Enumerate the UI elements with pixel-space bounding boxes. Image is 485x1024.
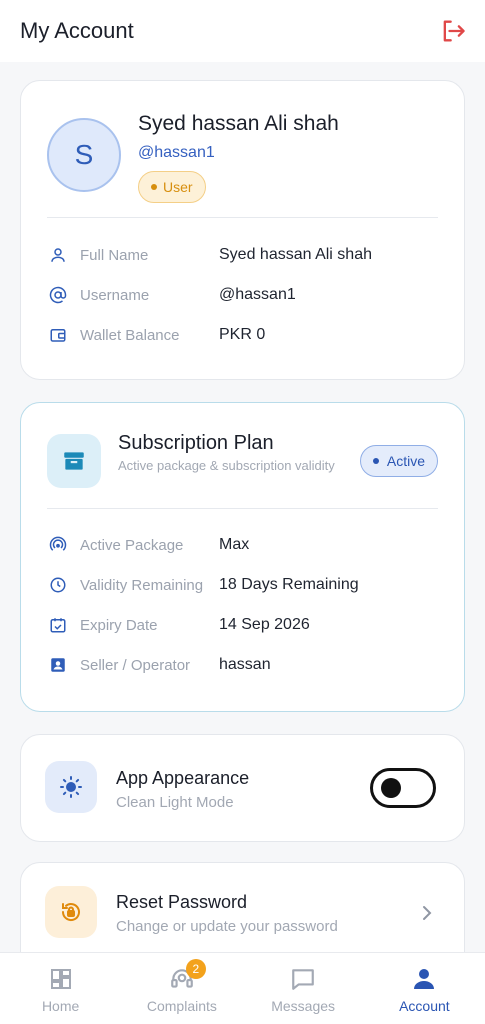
info-value: Max bbox=[219, 536, 250, 553]
subscription-title: Subscription Plan bbox=[118, 432, 274, 454]
role-badge: User bbox=[138, 171, 206, 203]
archive-box-icon bbox=[47, 434, 101, 488]
appearance-subtitle: Clean Light Mode bbox=[116, 794, 234, 811]
info-label: Username bbox=[80, 286, 150, 304]
info-row-expiry-date: Expiry Date 14 Sep 2026 bbox=[47, 613, 444, 637]
info-label: Wallet Balance bbox=[80, 326, 180, 344]
notification-badge: 2 bbox=[185, 959, 206, 979]
nav-item-home[interactable]: Home bbox=[0, 953, 121, 1024]
appearance-title: App Appearance bbox=[116, 768, 250, 788]
nav-item-account[interactable]: Account bbox=[364, 953, 485, 1024]
info-value: PKR 0 bbox=[219, 326, 266, 343]
support-agent-icon: 2 bbox=[168, 959, 206, 993]
sun-icon bbox=[45, 761, 97, 813]
avatar: S bbox=[47, 118, 121, 192]
person-icon bbox=[47, 244, 69, 266]
nav-label: Account bbox=[399, 998, 450, 1014]
appearance-card: App Appearance Clean Light Mode bbox=[20, 734, 465, 842]
info-value: 14 Sep 2026 bbox=[219, 616, 310, 633]
info-value: Syed hassan Ali shah bbox=[219, 246, 372, 263]
info-label: Expiry Date bbox=[80, 616, 158, 634]
subscription-subtitle: Active package & subscription validity bbox=[118, 458, 335, 473]
page-title: My Account bbox=[20, 18, 134, 43]
chat-bubble-icon bbox=[289, 965, 317, 993]
role-dot-icon bbox=[151, 184, 157, 190]
wallet-icon bbox=[47, 324, 69, 346]
info-value: @hassan1 bbox=[219, 286, 296, 303]
dashboard-icon bbox=[47, 965, 75, 993]
info-row-wallet-balance: Wallet Balance PKR 0 bbox=[47, 323, 444, 347]
info-label: Seller / Operator bbox=[80, 656, 191, 674]
reset-password-subtitle: Change or update your password bbox=[116, 918, 338, 935]
status-badge: Active bbox=[359, 445, 438, 477]
info-row-seller: Seller / Operator hassan bbox=[47, 653, 444, 677]
clock-icon bbox=[47, 574, 69, 596]
status-dot-icon bbox=[372, 458, 379, 464]
info-value: hassan bbox=[219, 656, 271, 673]
role-badge-label: User bbox=[163, 179, 193, 195]
nav-label: Complaints bbox=[146, 998, 217, 1014]
bottom-navigation: Home 2 Complaints Messages Account bbox=[0, 952, 485, 1024]
nav-label: Home bbox=[41, 998, 80, 1014]
info-label: Validity Remaining bbox=[80, 576, 204, 594]
reset-password-card[interactable]: Reset Password Change or update your pas… bbox=[20, 862, 465, 952]
person-icon bbox=[410, 965, 438, 993]
logout-icon bbox=[443, 20, 465, 42]
contact-badge-icon bbox=[47, 654, 69, 676]
info-label: Full Name bbox=[80, 246, 149, 264]
divider bbox=[47, 217, 438, 218]
info-value: 18 Days Remaining bbox=[219, 576, 359, 593]
lock-reset-icon bbox=[45, 886, 97, 938]
theme-toggle[interactable] bbox=[370, 768, 436, 808]
toggle-knob bbox=[381, 778, 401, 798]
content-scroll[interactable]: S Syed hassan Ali shah @hassan1 User Ful… bbox=[0, 62, 485, 952]
at-sign-icon bbox=[47, 284, 69, 306]
reset-password-title: Reset Password bbox=[116, 892, 248, 912]
app-bar: My Account bbox=[0, 0, 485, 62]
info-label: Active Package bbox=[80, 536, 184, 554]
calendar-check-icon bbox=[47, 614, 69, 636]
divider bbox=[47, 508, 438, 509]
nav-label: Messages bbox=[271, 998, 336, 1014]
info-row-active-package: Active Package Max bbox=[47, 533, 444, 557]
status-badge-label: Active bbox=[386, 453, 425, 469]
nav-item-messages[interactable]: Messages bbox=[243, 953, 364, 1024]
info-row-username: Username @hassan1 bbox=[47, 283, 444, 307]
nav-item-complaints[interactable]: 2 Complaints bbox=[121, 953, 242, 1024]
info-row-full-name: Full Name Syed hassan Ali shah bbox=[47, 243, 444, 267]
logout-button[interactable] bbox=[437, 15, 469, 47]
info-row-validity: Validity Remaining 18 Days Remaining bbox=[47, 573, 444, 597]
profile-name: Syed hassan Ali shah bbox=[138, 112, 339, 135]
profile-username: @hassan1 bbox=[138, 144, 215, 161]
signal-icon bbox=[47, 534, 69, 556]
profile-card: S Syed hassan Ali shah @hassan1 User Ful… bbox=[20, 80, 465, 380]
subscription-card: Subscription Plan Active package & subsc… bbox=[20, 402, 465, 712]
chevron-right-icon bbox=[420, 903, 434, 923]
